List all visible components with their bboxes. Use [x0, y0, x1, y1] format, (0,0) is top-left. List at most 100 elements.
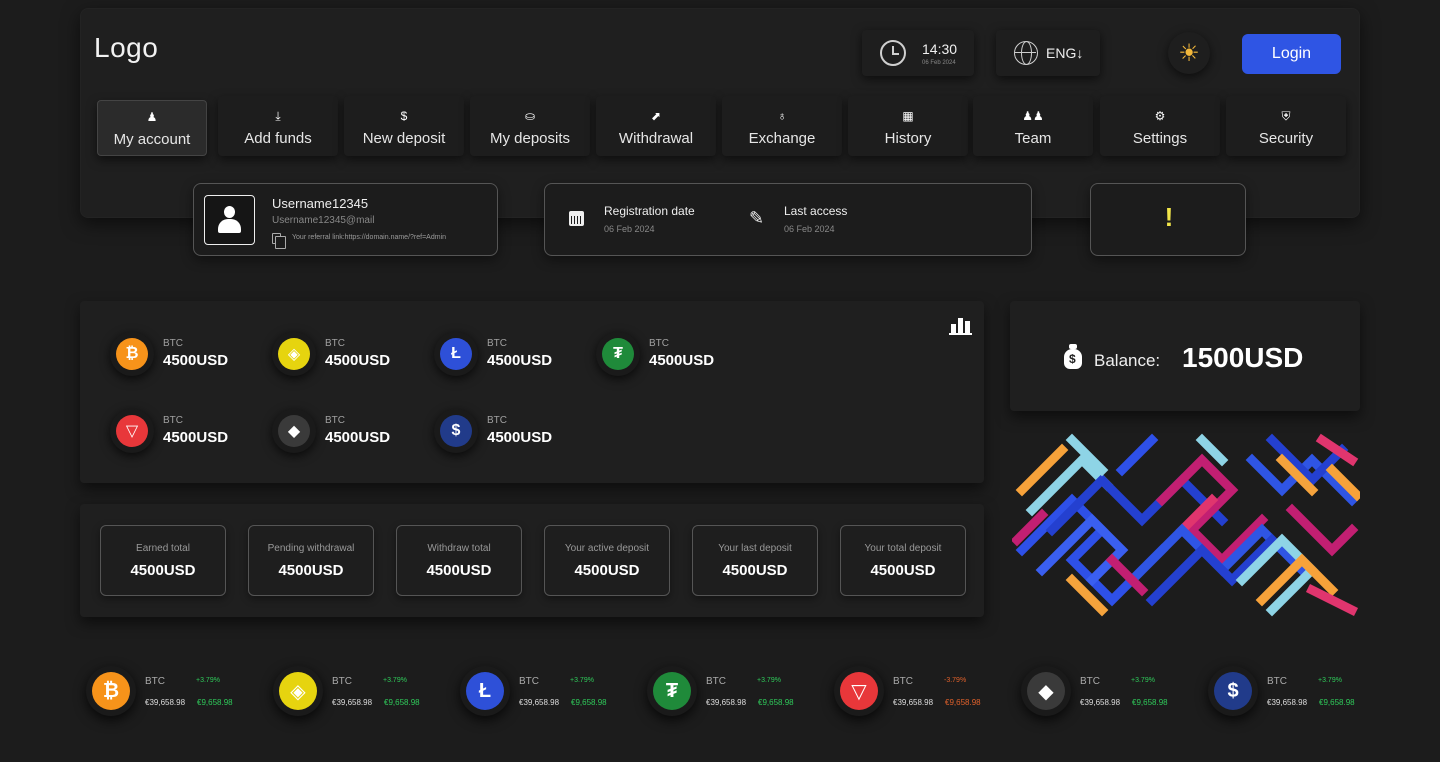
ticker-coin: ◆ — [1021, 666, 1071, 716]
ticker-symbol: BTC — [706, 676, 726, 687]
calendar-icon — [569, 211, 584, 226]
bitcoin-icon: ₿ — [116, 338, 148, 370]
nav-label: My deposits — [489, 130, 571, 147]
balance-value: 1500USD — [1182, 342, 1304, 373]
bar-chart-icon[interactable] — [949, 315, 972, 335]
coins-panel — [80, 301, 984, 483]
dates-card: Registration date 06 Feb 2024 ✎ Last acc… — [544, 183, 1032, 256]
last-access-label: Last access — [784, 204, 848, 218]
stat-value: 4500USD — [870, 562, 936, 579]
stat-card-your-last-deposit: Your last deposit 4500USD — [692, 525, 818, 596]
ticker-price: €39,658.98 — [893, 698, 934, 707]
ticker-eur: €9,658.98 — [758, 698, 794, 707]
ticker-symbol: BTC — [519, 676, 539, 687]
ethereum-icon: ◆ — [1027, 672, 1065, 710]
ticker-price: €39,658.98 — [332, 698, 373, 707]
coin-badge: Ł — [434, 332, 478, 376]
ticker-change: +3.79% — [1131, 677, 1155, 684]
usdc-icon: $ — [1214, 672, 1252, 710]
last-access-date: 06 Feb 2024 — [784, 224, 835, 234]
nav-label: Security — [1258, 130, 1314, 147]
ticker-change: -3.79% — [944, 677, 967, 684]
money-bag-icon: ♁ — [777, 109, 787, 123]
nav-item-settings[interactable]: ⚙ Settings — [1100, 96, 1220, 156]
tron-icon: ▽ — [840, 672, 878, 710]
ticker-coin: Ł — [460, 666, 510, 716]
nav-item-my-account[interactable]: ♟ My account — [97, 100, 207, 156]
nav-item-history[interactable]: ▦ History — [848, 96, 968, 156]
ticker-change: +3.79% — [1318, 677, 1342, 684]
nav-label: My account — [113, 131, 191, 148]
stats-panel: Earned total 4500USD Pending withdrawal 450… — [80, 504, 984, 617]
ticker-price: €39,658.98 — [519, 698, 560, 707]
ticker-change: +3.79% — [570, 677, 594, 684]
ticker-eur: €9,658.98 — [1319, 698, 1355, 707]
ticker-coin: ◈ — [273, 666, 323, 716]
alert-card[interactable]: ! — [1090, 183, 1246, 256]
tron-icon: ▽ — [116, 415, 148, 447]
coin-symbol: BTC — [325, 338, 345, 349]
language-selector[interactable]: ENG↓ — [996, 30, 1100, 76]
ticker-coin: ▽ — [834, 666, 884, 716]
nav-item-my-deposits[interactable]: ⛀ My deposits — [470, 96, 590, 156]
ticker-eur: €9,658.98 — [384, 698, 420, 707]
stat-value: 4500USD — [426, 562, 492, 579]
nav-item-new-deposit[interactable]: $ New deposit — [344, 96, 464, 156]
copy-icon[interactable] — [272, 233, 286, 249]
users-icon: ♟♟ — [1022, 109, 1044, 123]
clock-date: 06 Feb 2024 — [922, 60, 956, 66]
language-label: ENG↓ — [1046, 45, 1084, 61]
stat-label: Withdraw total — [427, 543, 491, 554]
ticker-symbol: BTC — [1080, 676, 1100, 687]
nav-label: Team — [1014, 130, 1052, 147]
ticker-coin: ₿ — [86, 666, 136, 716]
alert-icon: ! — [1164, 202, 1174, 232]
pen-icon: ✎ — [749, 208, 765, 228]
username: Username12345 — [272, 196, 369, 211]
ticker-coin: ₮ — [647, 666, 697, 716]
nav-item-withdrawal[interactable]: ⬈ Withdrawal — [596, 96, 716, 156]
registration-date: 06 Feb 2024 — [604, 224, 655, 234]
bitcoin-icon: ₿ — [92, 672, 130, 710]
litecoin-icon: Ł — [466, 672, 504, 710]
ethereum-icon: ◆ — [278, 415, 310, 447]
globe-icon — [1014, 41, 1038, 65]
coin-badge: ▽ — [110, 409, 154, 453]
binance-icon: ◈ — [278, 338, 310, 370]
ticker-change: +3.79% — [757, 677, 781, 684]
nav-label: History — [884, 130, 932, 147]
coin-symbol: BTC — [487, 338, 507, 349]
user-email: Username12345@mail — [272, 215, 375, 226]
nav-item-exchange[interactable]: ♁ Exchange — [722, 96, 842, 156]
nav-item-security[interactable]: ⛨ Security — [1226, 96, 1346, 156]
ticker-change: +3.79% — [196, 677, 220, 684]
stat-value: 4500USD — [130, 562, 196, 579]
login-button[interactable]: Login — [1242, 34, 1341, 74]
referral-link[interactable]: Your referral link:https://domain.name/?… — [292, 234, 446, 241]
ticker-eur: €9,658.98 — [197, 698, 233, 707]
nav-item-add-funds[interactable]: ⤓ Add funds — [218, 96, 338, 156]
sun-icon[interactable]: ☀ — [1168, 32, 1210, 74]
nav-label: New deposit — [362, 130, 446, 147]
stat-value: 4500USD — [722, 562, 788, 579]
tether-icon: ₮ — [653, 672, 691, 710]
binance-icon: ◈ — [279, 672, 317, 710]
nav-item-team[interactable]: ♟♟ Team — [973, 96, 1093, 156]
money-bag-icon — [1064, 344, 1082, 369]
coin-symbol: BTC — [163, 415, 183, 426]
ticker-symbol: BTC — [332, 676, 352, 687]
user-card: Username12345 Username12345@mail Your re… — [193, 183, 498, 256]
nav-label: Withdrawal — [618, 130, 694, 147]
balance-label: Balance: — [1094, 351, 1161, 370]
clock-time: 14:30 — [922, 41, 958, 57]
logo[interactable]: Logo — [94, 32, 158, 64]
coin-symbol: BTC — [163, 338, 183, 349]
stat-card-withdraw-total: Withdraw total 4500USD — [396, 525, 522, 596]
ticker-price: €39,658.98 — [145, 698, 186, 707]
shield-icon: ⛨ — [1281, 109, 1291, 123]
dollar-icon: $ — [400, 109, 408, 123]
usdc-icon: $ — [440, 415, 472, 447]
coin-value: 4500USD — [163, 352, 229, 369]
coin-badge: ◈ — [272, 332, 316, 376]
ticker-symbol: BTC — [1267, 676, 1287, 687]
